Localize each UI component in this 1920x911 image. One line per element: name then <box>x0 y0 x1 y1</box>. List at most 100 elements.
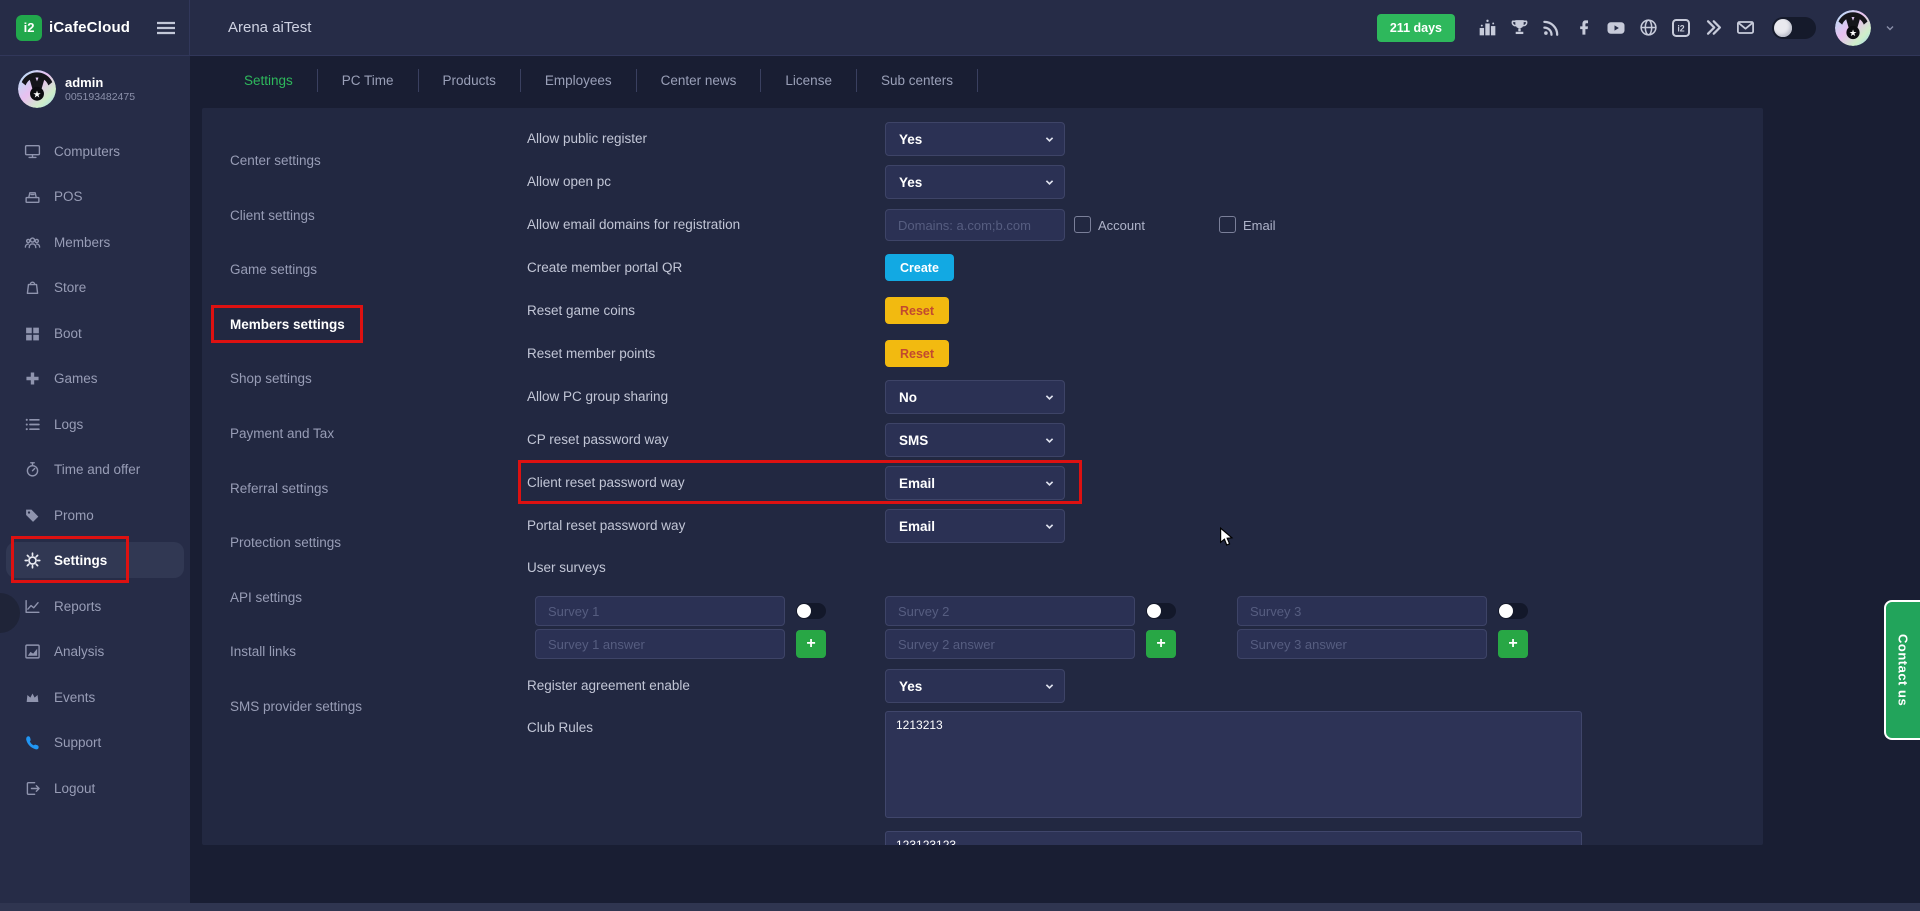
label-portal-reset-password-way: Portal reset password way <box>527 518 685 533</box>
pos-icon <box>24 188 41 205</box>
tab-license[interactable]: License <box>761 69 857 92</box>
select-allow-public-register[interactable]: Yes <box>885 122 1065 156</box>
days-remaining-badge[interactable]: 211 days <box>1377 14 1455 42</box>
settings-icon <box>24 552 41 569</box>
select-register-agreement-enable[interactable]: Yes <box>885 669 1065 703</box>
sidebar-item-label: Reports <box>54 599 101 614</box>
survey-3-add-button[interactable]: + <box>1498 630 1528 658</box>
settings-menu-center-settings[interactable]: Center settings <box>230 145 321 175</box>
settings-menu-members-settings[interactable]: Members settings <box>230 309 345 339</box>
sidebar-item-store[interactable]: Store <box>6 269 184 305</box>
theme-toggle[interactable] <box>1772 17 1816 39</box>
icafecloud-logo-icon: i2 <box>16 15 42 41</box>
header-actions: 211 days i2 ★ <box>1377 10 1920 46</box>
tab-center-news[interactable]: Center news <box>637 69 762 92</box>
sidebar-item-label: Time and offer <box>54 462 140 477</box>
toggle-knob <box>1147 604 1161 618</box>
settings-menu-api-settings[interactable]: API settings <box>230 582 302 612</box>
select-portal-reset-password-way[interactable]: Email <box>885 509 1065 543</box>
chevron-down-icon[interactable] <box>1884 22 1896 34</box>
globe-icon[interactable] <box>1639 18 1658 37</box>
brand-name: iCafeCloud <box>49 19 130 36</box>
sidebar-item-pos[interactable]: POS <box>6 178 184 214</box>
settings-menu-sms-provider-settings[interactable]: SMS provider settings <box>230 691 362 721</box>
sidebar-item-promo[interactable]: Promo <box>6 497 184 533</box>
podium-icon[interactable] <box>1478 18 1497 37</box>
mail-icon[interactable] <box>1736 18 1755 37</box>
label-user-surveys: User surveys <box>527 560 606 575</box>
sidebar-item-members[interactable]: Members <box>6 224 184 260</box>
user-block[interactable]: ★ admin 005193482475 <box>18 70 135 108</box>
settings-menu-install-links[interactable]: Install links <box>230 636 296 666</box>
survey-2-add-button[interactable]: + <box>1146 630 1176 658</box>
icafe-mark-icon[interactable]: i2 <box>1671 18 1691 38</box>
rss-icon[interactable] <box>1542 18 1561 37</box>
survey-2-input[interactable] <box>885 596 1135 626</box>
survey-2-toggle[interactable] <box>1146 603 1176 619</box>
overflow-textarea[interactable] <box>885 831 1582 845</box>
sidebar-item-reports[interactable]: Reports <box>6 588 184 624</box>
sidebar-item-games[interactable]: Games <box>6 360 184 396</box>
sidebar-item-time-and-offer[interactable]: Time and offer <box>6 451 184 487</box>
hamburger-menu-icon[interactable] <box>157 21 175 35</box>
promo-icon <box>24 507 41 524</box>
reset-member-points-button[interactable]: Reset <box>885 340 949 367</box>
tab-sub-centers[interactable]: Sub centers <box>857 69 978 92</box>
trophy-icon[interactable] <box>1510 18 1529 37</box>
sidebar-item-settings[interactable]: Settings <box>6 542 184 578</box>
select-allow-pc-group-sharing[interactable]: No <box>885 380 1065 414</box>
sidebar-item-analysis[interactable]: Analysis <box>6 633 184 669</box>
reset-game-coins-button[interactable]: Reset <box>885 297 949 324</box>
sidebar-item-support[interactable]: Support <box>6 724 184 760</box>
input-allow-email-domains-for-registration[interactable] <box>885 209 1065 241</box>
toggle-knob <box>797 604 811 618</box>
create-member-portal-qr-button[interactable]: Create <box>885 254 954 281</box>
sidebar-item-logs[interactable]: Logs <box>6 406 184 442</box>
computers-icon <box>24 143 41 160</box>
events-icon <box>24 689 41 706</box>
chevrons-icon[interactable] <box>1704 18 1723 37</box>
select-cp-reset-password-way[interactable]: SMS <box>885 423 1065 457</box>
select-value: Yes <box>899 175 922 190</box>
sidebar-item-label: Analysis <box>54 644 104 659</box>
survey-3-input[interactable] <box>1237 596 1487 626</box>
settings-menu-shop-settings[interactable]: Shop settings <box>230 363 312 393</box>
survey-1-add-button[interactable]: + <box>796 630 826 658</box>
survey-1-answer-input[interactable] <box>535 629 785 659</box>
sidebar-item-computers[interactable]: Computers <box>6 133 184 169</box>
settings-menu-payment-and-tax[interactable]: Payment and Tax <box>230 418 334 448</box>
select-client-reset-password-way[interactable]: Email <box>885 466 1065 500</box>
settings-menu-protection-settings[interactable]: Protection settings <box>230 527 341 557</box>
tab-settings[interactable]: Settings <box>220 69 318 92</box>
settings-menu-game-settings[interactable]: Game settings <box>230 254 317 284</box>
facebook-icon[interactable] <box>1574 18 1593 37</box>
sidebar-item-label: Logout <box>54 781 95 796</box>
tab-employees[interactable]: Employees <box>521 69 637 92</box>
sidebar-item-label: Support <box>54 735 101 750</box>
club-rules-textarea[interactable] <box>885 711 1582 818</box>
select-allow-open-pc[interactable]: Yes <box>885 165 1065 199</box>
sidebar-item-events[interactable]: Events <box>6 679 184 715</box>
label-allow-pc-group-sharing: Allow PC group sharing <box>527 389 668 404</box>
tab-products[interactable]: Products <box>419 69 521 92</box>
email-checkbox[interactable] <box>1219 216 1236 233</box>
tab-pc-time[interactable]: PC Time <box>318 69 419 92</box>
sidebar-item-logout[interactable]: Logout <box>6 770 184 806</box>
horizontal-scrollbar-strip[interactable] <box>0 903 1920 911</box>
survey-2-answer-input[interactable] <box>885 629 1135 659</box>
settings-menu-referral-settings[interactable]: Referral settings <box>230 473 328 503</box>
survey-1-input[interactable] <box>535 596 785 626</box>
user-avatar[interactable]: ★ <box>1835 10 1871 46</box>
sidebar-item-boot[interactable]: Boot <box>6 315 184 351</box>
survey-3-toggle[interactable] <box>1498 603 1528 619</box>
members-icon <box>24 234 41 251</box>
brand-area: i2 iCafeCloud <box>0 0 190 55</box>
account-checkbox[interactable] <box>1074 216 1091 233</box>
contact-us-button[interactable]: Contact us <box>1884 600 1920 740</box>
select-value: SMS <box>899 433 928 448</box>
svg-text:i2: i2 <box>1677 23 1684 33</box>
youtube-icon[interactable] <box>1606 18 1626 38</box>
survey-3-answer-input[interactable] <box>1237 629 1487 659</box>
settings-menu-client-settings[interactable]: Client settings <box>230 200 315 230</box>
survey-1-toggle[interactable] <box>796 603 826 619</box>
